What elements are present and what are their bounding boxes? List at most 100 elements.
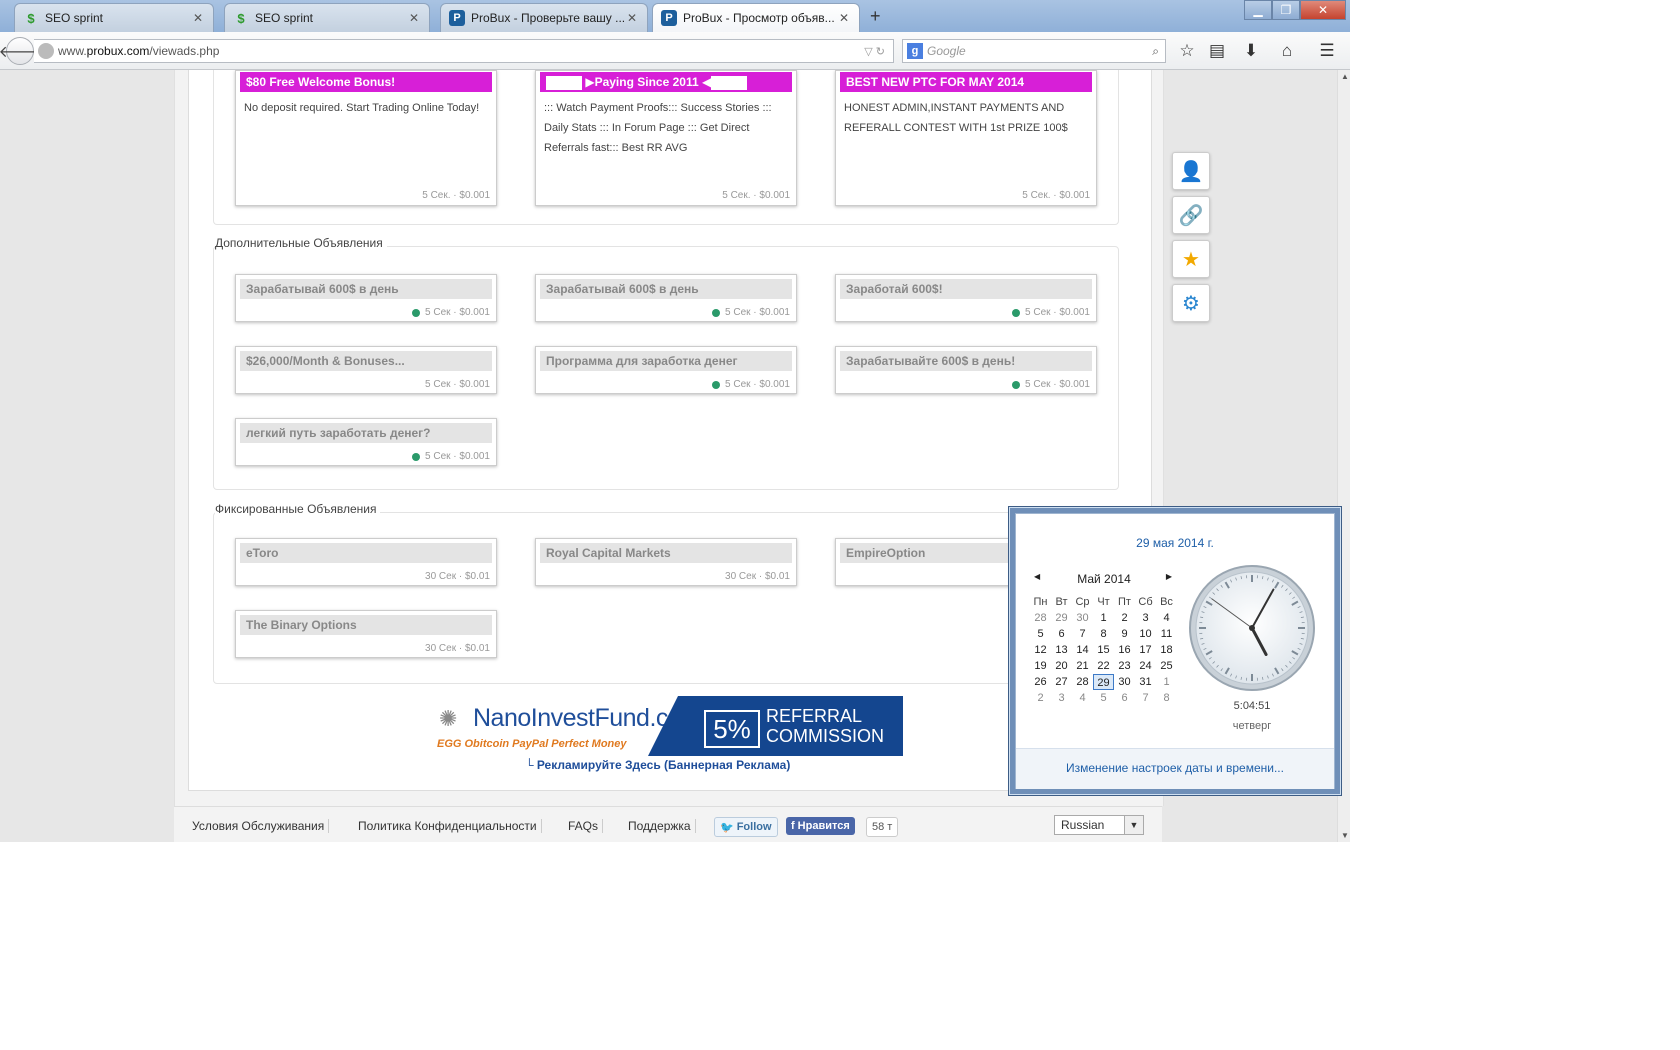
calendar-day[interactable]: 3 (1135, 610, 1156, 626)
calendar-day[interactable]: 11 (1156, 626, 1177, 642)
link-icon[interactable]: 🔗 (1172, 196, 1210, 234)
calendar-day[interactable]: 17 (1135, 642, 1156, 658)
calendar-day[interactable]: 2 (1114, 610, 1135, 626)
close-icon[interactable]: ✕ (191, 11, 205, 25)
next-month-icon[interactable]: ▶ (1166, 572, 1172, 581)
calendar-day[interactable]: 3 (1051, 690, 1072, 706)
ad-card[interactable]: Зарабатывай 600$ в день 5 Сек · $0.001 (535, 274, 797, 322)
calendar-day[interactable]: 13 (1051, 642, 1072, 658)
search-input[interactable]: Google (927, 44, 1152, 58)
star-icon[interactable]: ★ (1172, 240, 1210, 278)
ad-card[interactable]: Royal Capital Markets 30 Сек · $0.01 (535, 538, 797, 586)
calendar-day[interactable]: 9 (1114, 626, 1135, 642)
calendar-day[interactable]: 19 (1030, 658, 1051, 674)
close-icon[interactable]: ✕ (837, 11, 851, 25)
bookmark-star-icon[interactable]: ☆ (1176, 40, 1198, 62)
search-icon[interactable]: ⌕ (1152, 44, 1159, 59)
calendar-day[interactable]: 18 (1156, 642, 1177, 658)
footer-link-support[interactable]: Поддержка (624, 819, 696, 833)
maximize-button[interactable]: ❐ (1272, 0, 1300, 20)
top-ad-card[interactable]: $80 Free Welcome Bonus! No deposit requi… (235, 70, 497, 206)
calendar-day[interactable]: 20 (1051, 658, 1072, 674)
scroll-down-icon[interactable]: ▼ (1341, 831, 1349, 840)
profile-icon[interactable]: 👤 (1172, 152, 1210, 190)
download-icon[interactable]: ⬇ (1240, 40, 1262, 62)
calendar-day[interactable]: 6 (1114, 690, 1135, 706)
tab-probux-viewads[interactable]: P ProBux - Просмотр объяв... ✕ (652, 3, 860, 32)
calendar-day[interactable]: 15 (1093, 642, 1114, 658)
ad-card[interactable]: $26,000/Month & Bonuses... 5 Сек · $0.00… (235, 346, 497, 394)
footer-link-privacy[interactable]: Политика Конфиденциальности (354, 819, 542, 833)
change-date-settings-link[interactable]: Изменение настроек даты и времени... (1016, 761, 1334, 775)
tab-seo-sprint-1[interactable]: $ SEO sprint ✕ (14, 3, 214, 32)
calendar-day[interactable]: 1 (1093, 610, 1114, 626)
calendar-day[interactable]: 8 (1093, 626, 1114, 642)
calendar-day[interactable]: 22 (1093, 658, 1114, 674)
close-icon[interactable]: ✕ (625, 11, 639, 25)
calendar-day[interactable]: 5 (1093, 690, 1114, 706)
weekday-header: Вт (1055, 596, 1068, 608)
calendar-day[interactable]: 31 (1135, 674, 1156, 690)
calendar-day[interactable]: 12 (1030, 642, 1051, 658)
calendar-day[interactable]: 7 (1072, 626, 1093, 642)
top-ad-card[interactable]: ▶Paying Since 2011 ◀ ::: Watch Payment P… (535, 70, 797, 206)
calendar-day[interactable]: 30 (1114, 674, 1135, 690)
calendar-day[interactable]: 21 (1072, 658, 1093, 674)
top-ad-card[interactable]: BEST NEW PTC FOR MAY 2014 HONEST ADMIN,I… (835, 70, 1097, 206)
calendar-day[interactable]: 5 (1030, 626, 1051, 642)
date-header-link[interactable]: 29 мая 2014 г. (1016, 536, 1334, 550)
address-bar[interactable]: www.probux.com/viewads.php ▽ ↻ (34, 39, 894, 63)
calendar-day[interactable]: 16 (1114, 642, 1135, 658)
search-bar[interactable]: g Google ⌕ (902, 39, 1166, 63)
reload-icon[interactable]: ▽ ↻ (864, 45, 885, 58)
calendar-day[interactable]: 28 (1072, 674, 1093, 690)
advertise-here-link[interactable]: └ Рекламируйте Здесь (Баннерная Реклама) (525, 758, 790, 772)
settings-gear-icon[interactable]: ⚙ (1172, 284, 1210, 322)
calendar-day[interactable]: 26 (1030, 674, 1051, 690)
ad-card[interactable]: Программа для заработка денег 5 Сек · $0… (535, 346, 797, 394)
ad-meta: 5 Сек · $0.001 (425, 379, 490, 390)
calendar-day[interactable]: 2 (1030, 690, 1051, 706)
language-select[interactable]: Russian ▼ (1054, 815, 1144, 835)
calendar-day[interactable]: 8 (1156, 690, 1177, 706)
close-window-button[interactable]: ✕ (1300, 0, 1346, 20)
ad-card[interactable]: легкий путь заработать денег? 5 Сек · $0… (235, 418, 497, 466)
calendar-day[interactable]: 30 (1072, 610, 1093, 626)
tab-probux-check[interactable]: P ProBux - Проверьте вашу ... ✕ (440, 3, 648, 32)
scroll-up-icon[interactable]: ▲ (1341, 72, 1349, 81)
calendar-day[interactable]: 23 (1114, 658, 1135, 674)
calendar-day[interactable]: 29 (1093, 674, 1114, 690)
ad-card[interactable]: The Binary Options 30 Сек · $0.01 (235, 610, 497, 658)
new-tab-button[interactable]: + (870, 6, 881, 27)
calendar-day[interactable]: 1 (1156, 674, 1177, 690)
month-title[interactable]: Май 2014 (1030, 572, 1178, 586)
bookmarks-icon[interactable]: ▤ (1206, 40, 1228, 62)
ad-card[interactable]: Зарабатывай 600$ в день 5 Сек · $0.001 (235, 274, 497, 322)
calendar-day[interactable]: 25 (1156, 658, 1177, 674)
home-icon[interactable]: ⌂ (1276, 40, 1298, 62)
minimize-button[interactable]: ▁ (1244, 0, 1272, 20)
ad-card[interactable]: eToro 30 Сек · $0.01 (235, 538, 497, 586)
tab-seo-sprint-2[interactable]: $ SEO sprint ✕ (224, 3, 430, 32)
calendar-day[interactable]: 4 (1156, 610, 1177, 626)
footer-link-terms[interactable]: Условия Обслуживания (188, 819, 330, 833)
calendar-day[interactable]: 29 (1051, 610, 1072, 626)
menu-icon[interactable]: ☰ (1316, 40, 1338, 62)
calendar-day[interactable]: 6 (1051, 626, 1072, 642)
calendar-day[interactable]: 7 (1135, 690, 1156, 706)
close-icon[interactable]: ✕ (407, 11, 421, 25)
calendar-day[interactable]: 27 (1051, 674, 1072, 690)
ad-card[interactable]: Заработай 600$! 5 Сек · $0.001 (835, 274, 1097, 322)
calendar-day[interactable]: 10 (1135, 626, 1156, 642)
nanoinvest-banner[interactable]: ✺ NanoInvestFund.com EGG Obitcoin PayPal… (433, 696, 903, 756)
calendar-day[interactable]: 24 (1135, 658, 1156, 674)
footer-link-faqs[interactable]: FAQs (564, 819, 604, 833)
ad-card[interactable]: Зарабатывайте 600$ в день! 5 Сек · $0.00… (835, 346, 1097, 394)
back-button[interactable]: 🡐 (0, 37, 41, 65)
ad-title: Зарабатывай 600$ в день (540, 279, 792, 299)
calendar-day[interactable]: 4 (1072, 690, 1093, 706)
calendar-day[interactable]: 14 (1072, 642, 1093, 658)
facebook-like-button[interactable]: f Нравится (786, 817, 855, 835)
calendar-day[interactable]: 28 (1030, 610, 1051, 626)
twitter-follow-button[interactable]: 🐦 Follow (714, 817, 778, 837)
